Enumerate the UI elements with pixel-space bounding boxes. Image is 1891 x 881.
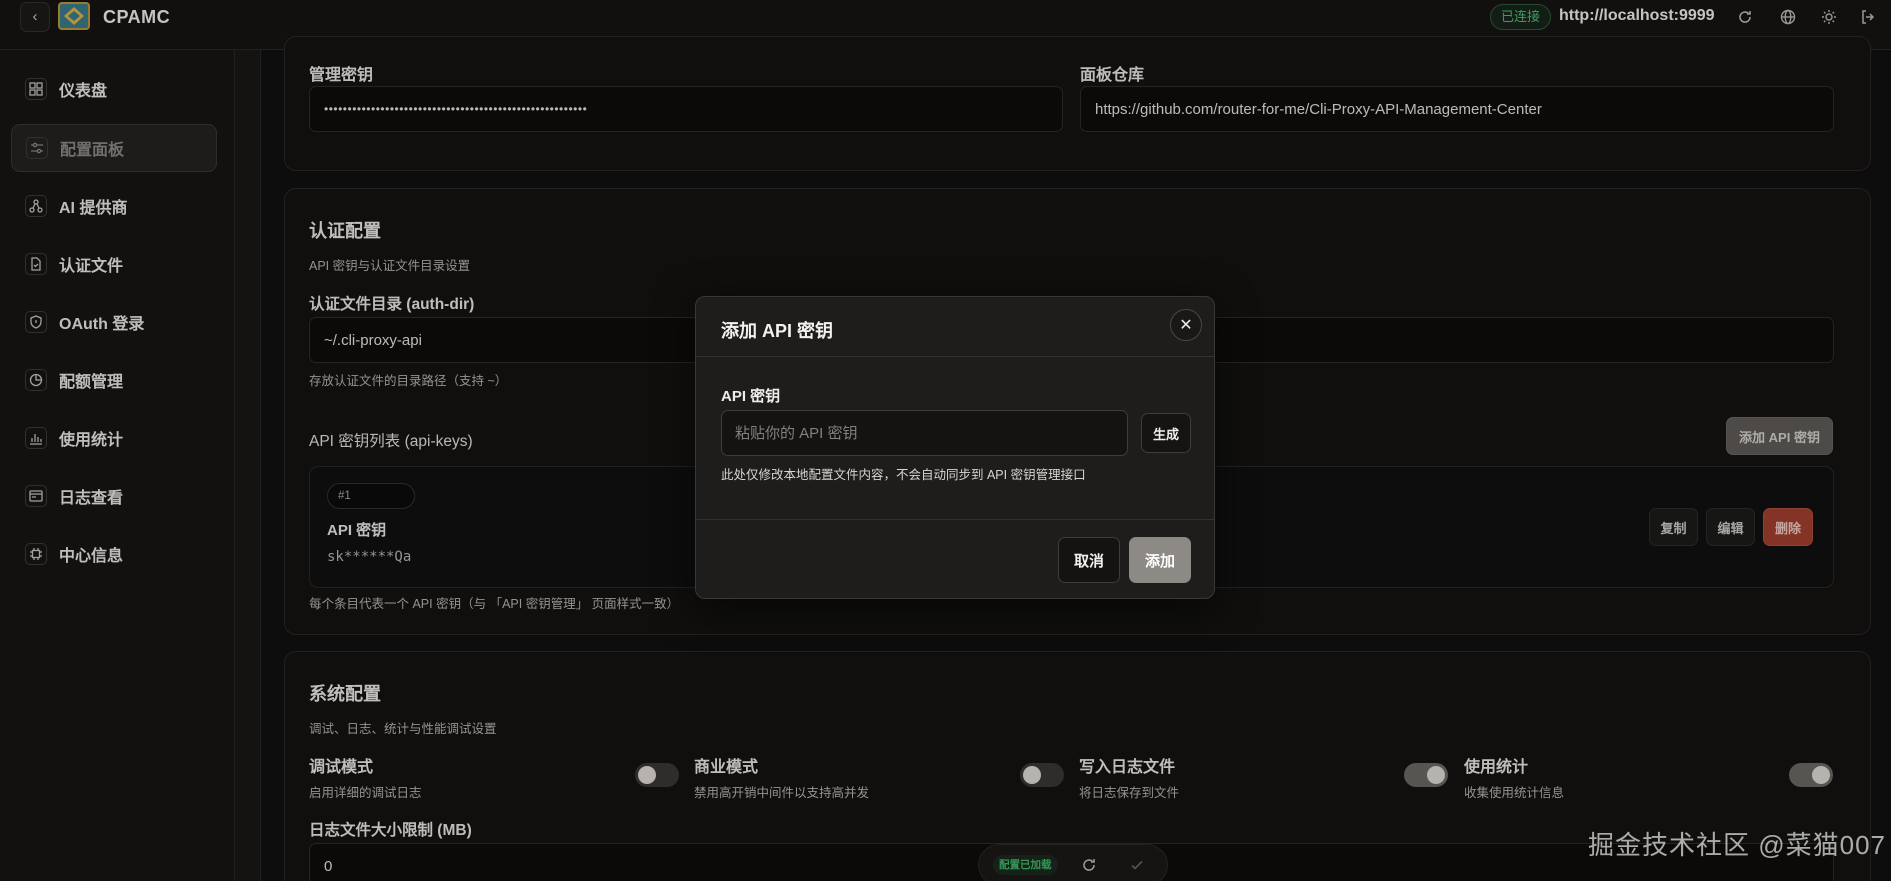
api-key-input[interactable] [721, 410, 1128, 456]
api-key-field-label: API 密钥 [721, 388, 781, 405]
generate-button[interactable]: 生成 [1141, 413, 1191, 453]
modal-hint: 此处仅修改本地配置文件内容，不会自动同步到 API 密钥管理接口 [721, 468, 1086, 482]
close-button[interactable]: ✕ [1170, 309, 1202, 341]
add-api-key-modal: 添加 API 密钥 ✕ API 密钥 生成 此处仅修改本地配置文件内容，不会自动… [695, 296, 1215, 599]
cancel-button[interactable]: 取消 [1058, 537, 1120, 583]
modal-divider [696, 356, 1214, 357]
modal-title: 添加 API 密钥 [721, 321, 834, 341]
close-icon: ✕ [1179, 317, 1193, 334]
watermark: 掘金技术社区 @菜猫007 [1588, 830, 1886, 860]
modal-footer-divider [696, 519, 1214, 520]
add-button[interactable]: 添加 [1129, 537, 1191, 583]
